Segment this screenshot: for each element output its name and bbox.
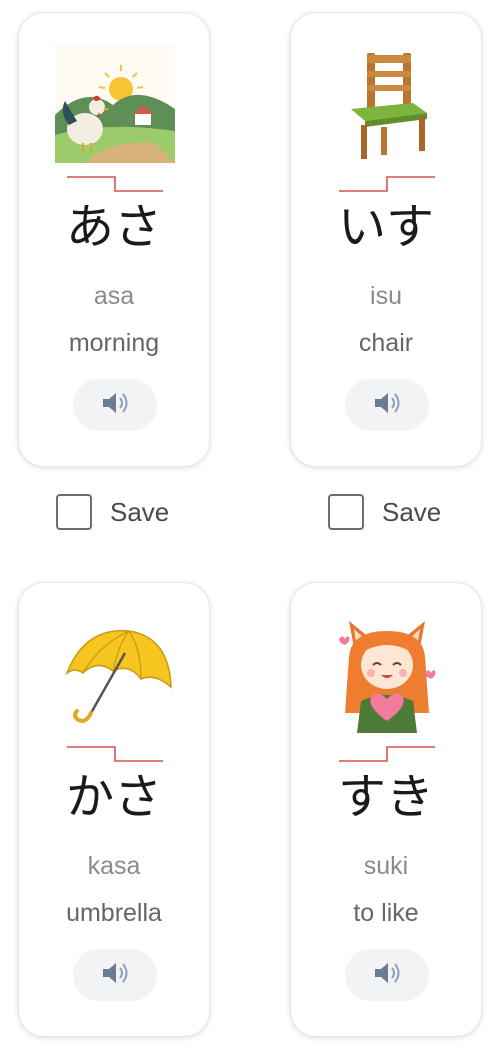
english-meaning: morning <box>68 329 160 357</box>
speaker-icon <box>371 388 403 423</box>
romaji-reading: asa <box>93 282 135 310</box>
flashcard-grid: あさ asa morning いす isu chair Save Save かさ… <box>0 0 500 1049</box>
save-label: Save <box>382 496 442 527</box>
romaji-reading: kasa <box>87 852 141 880</box>
save-label: Save <box>110 496 170 527</box>
checkbox[interactable] <box>328 494 364 530</box>
pitch-accent-diagram <box>67 175 163 195</box>
play-audio-button[interactable] <box>73 379 157 431</box>
flashcard-kasa[interactable]: かさ kasa umbrella <box>18 582 210 1037</box>
play-audio-button[interactable] <box>345 379 429 431</box>
save-checkbox-asa[interactable]: Save <box>56 491 169 533</box>
english-meaning: umbrella <box>66 899 162 927</box>
pitch-accent-diagram <box>67 745 163 765</box>
pitch-accent-diagram <box>339 745 435 765</box>
speaker-icon <box>99 958 131 993</box>
flashcard-asa[interactable]: あさ asa morning <box>18 12 210 467</box>
speaker-icon <box>99 388 131 423</box>
speaker-icon <box>371 958 403 993</box>
japanese-word: いす <box>337 199 434 255</box>
save-checkbox-isu[interactable]: Save <box>328 491 441 533</box>
pitch-accent-diagram <box>339 175 435 195</box>
english-meaning: to like <box>353 899 419 927</box>
japanese-word: あさ <box>65 199 162 255</box>
rooster-sunrise-illustration <box>55 43 175 163</box>
flashcard-isu[interactable]: いす isu chair <box>290 12 482 467</box>
wooden-chair-illustration <box>327 43 447 163</box>
japanese-word: すき <box>337 769 434 825</box>
fox-girl-heart-illustration <box>327 613 447 733</box>
romaji-reading: suki <box>363 852 409 880</box>
flashcard-suki[interactable]: すき suki to like <box>290 582 482 1037</box>
japanese-word: かさ <box>65 769 162 825</box>
play-audio-button[interactable] <box>345 949 429 1001</box>
yellow-umbrella-illustration <box>55 613 175 733</box>
english-meaning: chair <box>358 329 414 357</box>
play-audio-button[interactable] <box>73 949 157 1001</box>
romaji-reading: isu <box>370 282 402 310</box>
checkbox[interactable] <box>56 494 92 530</box>
